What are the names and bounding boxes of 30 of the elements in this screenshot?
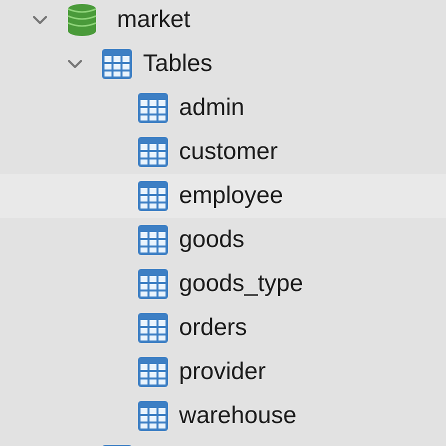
table-icon <box>137 92 169 124</box>
tree-label[interactable]: market <box>117 8 190 32</box>
table-icon <box>137 268 169 300</box>
table-icon <box>137 224 169 256</box>
tree-row[interactable]: customer <box>0 130 446 174</box>
tree-row[interactable]: admin <box>0 86 446 130</box>
table-icon <box>137 312 169 344</box>
tree-label: warehouse <box>179 404 296 428</box>
table-icon <box>101 48 133 80</box>
chevron-down-icon[interactable] <box>67 59 83 69</box>
table-icon <box>137 136 169 168</box>
tree-label: goods_type <box>179 272 304 296</box>
tree-row[interactable]: goods_type <box>0 262 446 306</box>
tree-label: goods <box>179 228 244 252</box>
tree-label: admin <box>179 96 244 120</box>
tree-row[interactable]: provider <box>0 350 446 394</box>
tree-row[interactable]: employee <box>0 174 446 218</box>
tree-label: orders <box>179 316 248 340</box>
chevron-down-icon[interactable] <box>32 15 48 25</box>
table-icon <box>137 356 169 388</box>
table-icon <box>137 180 169 212</box>
table-icon <box>137 400 169 432</box>
tree-label: customer <box>179 140 278 164</box>
tree-row[interactable]: goods <box>0 218 446 262</box>
tree-label: provider <box>179 360 266 384</box>
tree-row[interactable]: warehouse <box>0 394 446 438</box>
database-icon <box>66 3 98 37</box>
tree-label[interactable]: Tables <box>143 52 212 76</box>
tree-label: employee <box>179 184 284 208</box>
tree-row[interactable]: orders <box>0 306 446 350</box>
